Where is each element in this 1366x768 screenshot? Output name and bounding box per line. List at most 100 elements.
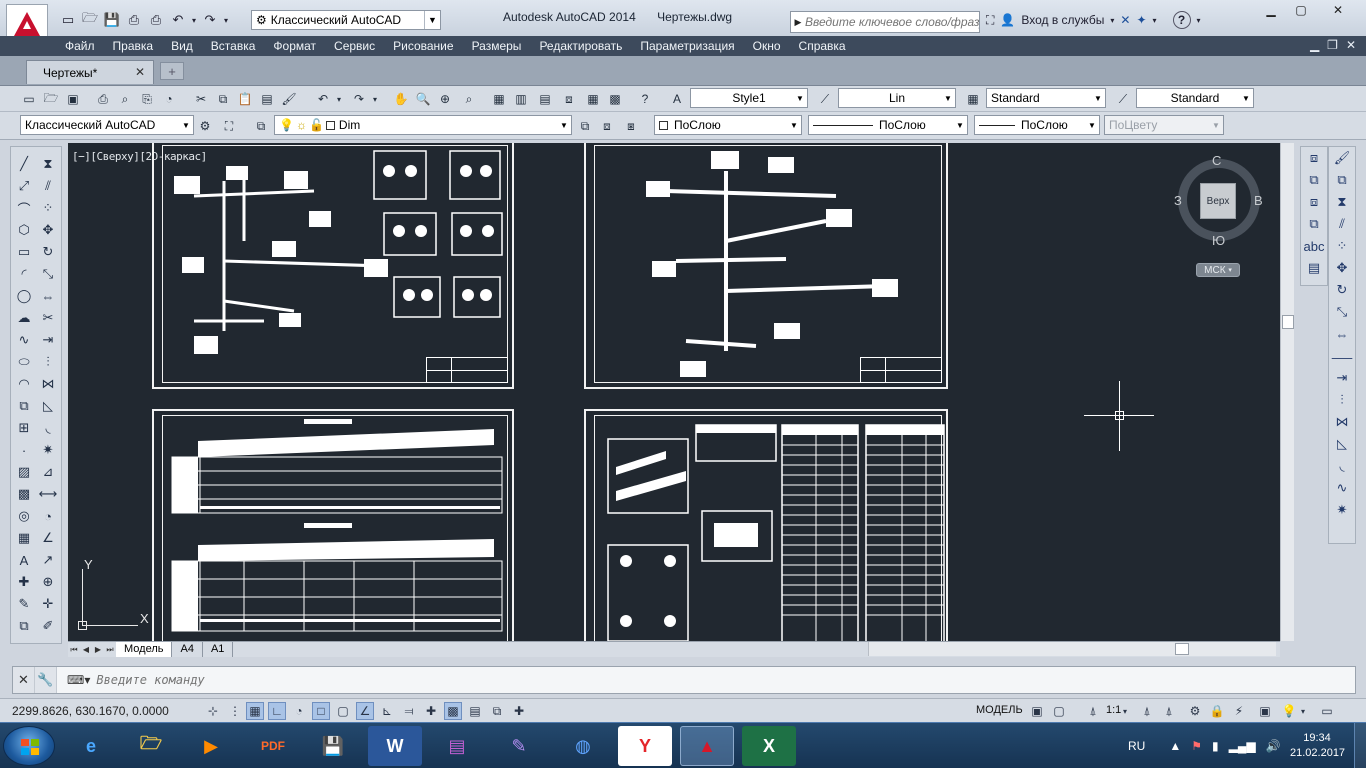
dim-style-select[interactable]: Lin ▼: [838, 88, 956, 108]
viewcube-west[interactable]: З: [1174, 193, 1182, 208]
arc-icon[interactable]: ◜: [13, 263, 35, 285]
explode-icon[interactable]: ✷: [1329, 499, 1355, 521]
fillet-icon[interactable]: ◟: [1329, 455, 1355, 477]
polygon-icon[interactable]: ⬡: [13, 219, 35, 241]
doc-tab-drawings[interactable]: Чертежы* ✕: [26, 60, 154, 84]
quick-view-layouts-icon[interactable]: ▣: [1028, 702, 1046, 720]
yandex-browser-icon[interactable]: Y: [618, 726, 672, 766]
prev-layout-icon[interactable]: ◀: [80, 645, 92, 654]
offset-icon[interactable]: ⫽: [1329, 213, 1355, 235]
floppy-app-icon[interactable]: 💾: [306, 726, 360, 766]
scale-dropdown-icon[interactable]: ▾: [1120, 702, 1130, 720]
circle-icon[interactable]: ◯: [13, 285, 35, 307]
measure-icon[interactable]: ⊿: [37, 461, 59, 483]
scale-icon[interactable]: ⤡: [1329, 301, 1355, 323]
copy-icon[interactable]: ⧉: [214, 90, 232, 108]
open-icon[interactable]: 🗁: [42, 90, 60, 108]
ducs-icon[interactable]: ⊾: [378, 702, 396, 720]
text-style-select[interactable]: Style1 ▼: [690, 88, 808, 108]
sheet-set-icon[interactable]: ⧈: [560, 90, 578, 108]
design-center-icon[interactable]: ▥: [512, 90, 530, 108]
show-desktop-button[interactable]: [1354, 723, 1366, 768]
vertical-scrollbar[interactable]: [1280, 143, 1294, 641]
calculator-icon[interactable]: ▩: [606, 90, 624, 108]
infer-constraints-icon[interactable]: ⊹: [204, 702, 222, 720]
isolate-objects-icon[interactable]: ▣: [1256, 702, 1274, 720]
volume-icon[interactable]: 🔊: [1266, 739, 1281, 753]
annotation-monitor-icon[interactable]: ✚: [510, 702, 528, 720]
next-layout-icon[interactable]: ▶: [92, 645, 104, 654]
new-tab-button[interactable]: +: [160, 62, 184, 80]
save-icon[interactable]: 💾: [102, 10, 122, 30]
new-icon[interactable]: ▭: [20, 90, 38, 108]
model-space-toggle[interactable]: МОДЕЛЬ: [976, 704, 1023, 716]
workspace-settings-icon[interactable]: ⚙: [196, 117, 214, 135]
system-clock[interactable]: 19:34 21.02.2017: [1290, 731, 1345, 761]
snap-center-icon[interactable]: ⧉: [1301, 213, 1327, 235]
table-style-select[interactable]: Standard ▼: [986, 88, 1106, 108]
linetype-select[interactable]: ПоСлою ▼: [808, 115, 968, 135]
match-properties-icon[interactable]: 🖌: [280, 90, 298, 108]
lightbulb-icon[interactable]: 💡: [1280, 702, 1298, 720]
chamfer-icon[interactable]: ◺: [1329, 433, 1355, 455]
help-dropdown-icon[interactable]: ▾: [1197, 16, 1201, 25]
print-icon[interactable]: ⎙: [146, 10, 166, 30]
make-current-layer-icon[interactable]: ⧉: [576, 117, 594, 135]
zoom-window-icon[interactable]: ⊕: [436, 90, 454, 108]
viewcube-south[interactable]: Ю: [1212, 233, 1225, 248]
radius-icon[interactable]: ◔: [37, 505, 59, 527]
menu-view[interactable]: Вид: [166, 36, 206, 56]
minimize-button[interactable]: ▁: [1256, 0, 1286, 20]
trim-icon[interactable]: ✂: [37, 307, 59, 329]
word-icon[interactable]: W: [368, 726, 422, 766]
selection-cycling-icon[interactable]: ⧉: [488, 702, 506, 720]
insert-block-icon[interactable]: ⧉: [13, 395, 35, 417]
menu-edit[interactable]: Правка: [108, 36, 167, 56]
tab-a1[interactable]: A1: [203, 642, 234, 657]
menu-window[interactable]: Окно: [748, 36, 794, 56]
command-input[interactable]: [96, 673, 897, 687]
scroll-thumb[interactable]: [1175, 643, 1189, 655]
dynamic-input-icon[interactable]: ⫤: [400, 702, 418, 720]
save-as-icon[interactable]: ⎙: [124, 10, 144, 30]
doc-restore-icon[interactable]: ❐: [1327, 38, 1338, 52]
object-snap-icon[interactable]: □: [312, 702, 330, 720]
grid-display-icon[interactable]: ▦: [246, 702, 264, 720]
spline-icon[interactable]: ∿: [13, 329, 35, 351]
expand-search-icon[interactable]: ▶: [791, 17, 805, 28]
polar-tracking-icon[interactable]: ◔: [290, 702, 308, 720]
snap-settings-icon[interactable]: ▤: [1301, 257, 1327, 279]
line-icon[interactable]: ╱: [13, 153, 35, 175]
annotation-visibility-icon[interactable]: ⍋: [1138, 702, 1156, 720]
maximize-button[interactable]: ▢: [1286, 0, 1316, 20]
polyline-icon[interactable]: ⌒: [13, 197, 35, 219]
redo-dropdown-icon[interactable]: ▾: [222, 10, 230, 30]
excel-icon[interactable]: X: [742, 726, 796, 766]
hatch-icon[interactable]: ▨: [13, 461, 35, 483]
viewcube-top-face[interactable]: Верх: [1200, 183, 1236, 219]
stretch-icon[interactable]: ⇔: [1329, 323, 1355, 345]
publish-icon[interactable]: ⎘: [138, 90, 156, 108]
stretch-icon[interactable]: ⇔: [37, 285, 59, 307]
pan-icon[interactable]: ✋: [392, 90, 410, 108]
fillet-icon[interactable]: ◟: [37, 417, 59, 439]
quick-properties-icon[interactable]: ▤: [466, 702, 484, 720]
drawing-canvas[interactable]: [−][Сверху][2D-каркас] Верх С Ю В З МСК …: [68, 143, 1280, 641]
mirror-icon[interactable]: ⧗: [37, 153, 59, 175]
trim-icon[interactable]: ⸺: [1329, 345, 1355, 367]
paste-special-icon[interactable]: ▤: [258, 90, 276, 108]
close-button[interactable]: ✕: [1316, 0, 1360, 20]
explode-icon[interactable]: ✷: [37, 439, 59, 461]
user-icon[interactable]: 👤: [1000, 13, 1015, 27]
workspace-select[interactable]: ⚙ Классический AutoCAD ▼: [251, 10, 441, 30]
menu-format[interactable]: Формат: [268, 36, 329, 56]
signin-dropdown-icon[interactable]: ▾: [1110, 16, 1114, 25]
erase-icon[interactable]: ✎: [13, 593, 35, 615]
undo-icon[interactable]: ↶: [314, 90, 332, 108]
internet-explorer-icon[interactable]: e: [64, 726, 118, 766]
scale-icon[interactable]: ⤡: [37, 263, 59, 285]
winrar-icon[interactable]: ▤: [430, 726, 484, 766]
mleader-style-select[interactable]: Standard ▼: [1136, 88, 1254, 108]
menu-help[interactable]: Справка: [794, 36, 859, 56]
layer-select[interactable]: 💡 ☼ 🔓 Dim ▼: [274, 115, 572, 135]
